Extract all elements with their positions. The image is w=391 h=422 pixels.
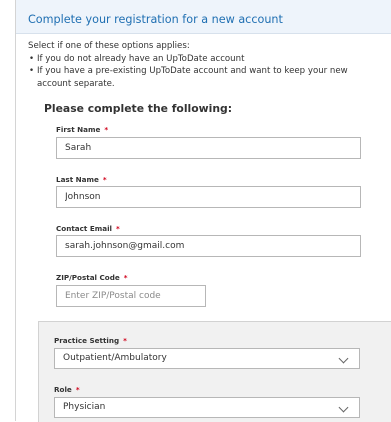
form-subheading: Please complete the following: [44, 102, 233, 115]
last-name-label-text: Last Name [56, 175, 99, 184]
chevron-down-icon [338, 353, 349, 364]
practice-setting-value: Outpatient/Ambulatory [63, 353, 167, 363]
role-value: Physician [63, 402, 106, 412]
practice-section: Practice Setting * Outpatient/Ambulatory … [38, 321, 391, 422]
first-name-field[interactable] [56, 137, 361, 159]
last-name-field[interactable] [56, 186, 361, 208]
practice-setting-select[interactable]: Outpatient/Ambulatory [54, 348, 360, 369]
required-marker: * [104, 125, 109, 134]
required-marker: * [102, 175, 107, 184]
first-name-label-text: First Name [56, 125, 101, 134]
panel-header: Complete your registration for a new acc… [16, 0, 391, 34]
role-label: Role * [54, 385, 80, 394]
contact-email-label-text: Contact Email [56, 224, 112, 233]
role-select[interactable]: Physician [54, 397, 360, 418]
required-marker: * [123, 336, 127, 345]
intro-text: Select if one of these options applies: [28, 41, 190, 51]
practice-setting-label: Practice Setting * [54, 336, 127, 345]
practice-setting-label-text: Practice Setting [54, 336, 120, 345]
contact-email-label: Contact Email * [56, 224, 120, 233]
registration-panel: Complete your registration for a new acc… [15, 0, 391, 422]
contact-email-field[interactable] [56, 235, 361, 257]
last-name-label: Last Name * [56, 175, 107, 184]
chevron-down-icon [338, 402, 349, 413]
required-marker: * [75, 385, 80, 394]
option-item: If you have a pre-existing UpToDate acco… [28, 65, 378, 90]
role-label-text: Role [54, 385, 72, 394]
required-marker: * [116, 224, 120, 233]
options-list: If you do not already have an UpToDate a… [28, 53, 378, 91]
zip-label: ZIP/Postal Code * [56, 273, 128, 282]
option-item: If you do not already have an UpToDate a… [28, 53, 378, 66]
zip-field[interactable] [56, 285, 206, 307]
zip-label-text: ZIP/Postal Code [56, 273, 120, 282]
first-name-label: First Name * [56, 125, 108, 134]
panel-title: Complete your registration for a new acc… [28, 13, 283, 26]
required-marker: * [123, 273, 128, 282]
intro-section: Select if one of these options applies: … [28, 40, 378, 90]
